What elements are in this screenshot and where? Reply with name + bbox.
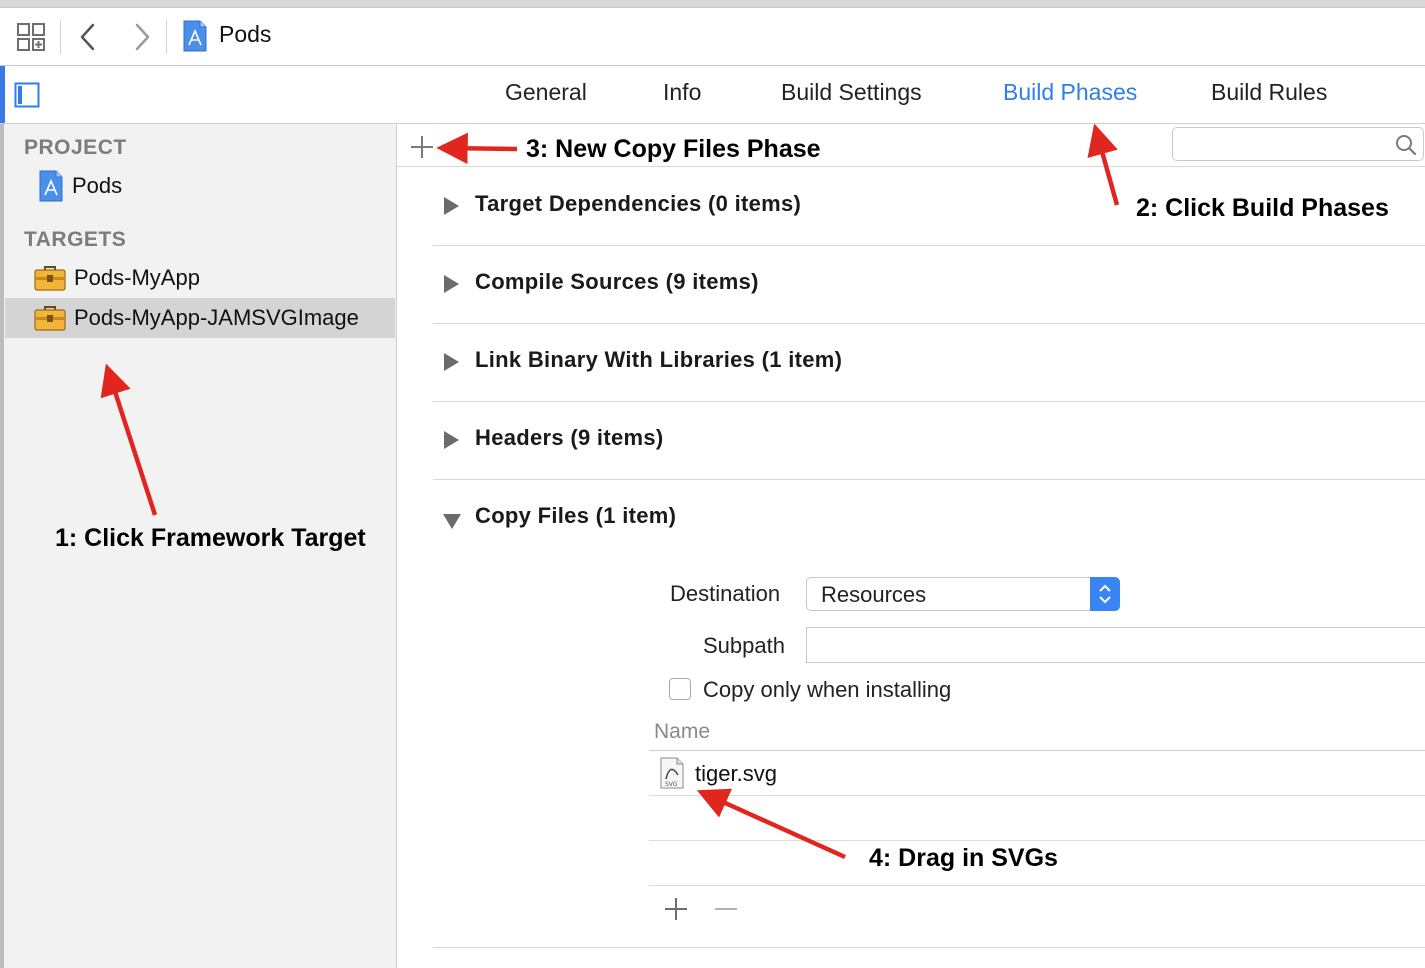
panel-toggle-icon[interactable] <box>14 82 40 108</box>
editor-tab-bar: General Info Build Settings Build Phases… <box>0 66 1425 124</box>
disclosure-triangle-icon[interactable] <box>443 514 461 529</box>
copy-only-label: Copy only when installing <box>703 677 952 702</box>
phase-headers[interactable]: Headers (9 items) <box>433 401 1425 480</box>
svg-text:SVG: SVG <box>665 781 678 788</box>
annotation-step2: 2: Click Build Phases <box>1136 194 1389 222</box>
destination-select[interactable]: Resources <box>806 577 1120 611</box>
table-row[interactable]: SVG tiger.svg <box>649 751 1425 796</box>
disclosure-triangle-icon[interactable] <box>444 275 459 293</box>
subpath-input[interactable] <box>806 627 1425 663</box>
back-chevron-icon[interactable] <box>76 22 100 52</box>
tab-build-settings[interactable]: Build Settings <box>781 79 922 106</box>
sidebar-item-pods-myapp-jamsvgimage[interactable]: Pods-MyApp-JAMSVGImage <box>34 299 359 337</box>
target-toolbox-icon <box>34 264 66 292</box>
window-left-edge <box>0 124 4 968</box>
remove-icon[interactable] <box>714 897 738 921</box>
sidebar-item-label: Pods <box>72 173 123 198</box>
project-file-icon <box>182 20 208 52</box>
select-stepper-icon <box>1090 577 1120 611</box>
tab-build-rules[interactable]: Build Rules <box>1211 79 1327 106</box>
phase-link-binary[interactable]: Link Binary With Libraries (1 item) <box>433 323 1425 402</box>
sidebar-item-pods-myapp[interactable]: Pods-MyApp <box>34 259 200 297</box>
copy-only-checkbox[interactable] <box>669 678 691 700</box>
tab-general[interactable]: General <box>505 79 587 106</box>
targets-section-header: TARGETS <box>24 228 127 251</box>
phase-search-field[interactable] <box>1172 127 1424 161</box>
tab-info[interactable]: Info <box>663 79 701 106</box>
disclosure-triangle-icon[interactable] <box>444 197 459 215</box>
project-section-header: PROJECT <box>24 136 127 159</box>
add-file-icon[interactable] <box>664 897 688 921</box>
grid-icon[interactable] <box>16 22 46 52</box>
phase-compile-sources[interactable]: Compile Sources (9 items) <box>433 245 1425 324</box>
phase-title: Link Binary With Libraries (1 item) <box>475 347 843 372</box>
phase-title: Target Dependencies (0 items) <box>475 191 802 216</box>
forward-chevron-icon[interactable] <box>130 22 154 52</box>
sidebar-item-pods-project[interactable]: Pods <box>38 167 122 205</box>
annotation-step1: 1: Click Framework Target <box>55 524 366 552</box>
toolbar-separator <box>166 20 167 54</box>
svg-file-icon: SVG <box>659 757 685 789</box>
project-file-icon <box>38 170 64 202</box>
add-icon[interactable] <box>410 135 434 159</box>
destination-value: Resources <box>821 582 927 607</box>
files-table-header[interactable]: Name <box>649 716 1425 751</box>
annotation-step3: 3: New Copy Files Phase <box>526 135 821 163</box>
sidebar-item-label: Pods-MyApp-JAMSVGImage <box>74 305 359 330</box>
sidebar-item-label: Pods-MyApp <box>74 265 200 290</box>
search-icon <box>1395 134 1417 156</box>
name-column-header: Name <box>654 720 711 743</box>
target-toolbox-icon <box>34 304 66 332</box>
toolbar-separator <box>60 20 61 54</box>
annotation-step4: 4: Drag in SVGs <box>869 844 1058 872</box>
file-name: tiger.svg <box>695 761 777 786</box>
phase-title: Compile Sources (9 items) <box>475 269 759 294</box>
tab-build-phases[interactable]: Build Phases <box>1003 79 1137 106</box>
phase-title: Headers (9 items) <box>475 425 664 450</box>
window-top-strip <box>0 0 1425 8</box>
destination-label: Destination <box>670 581 781 606</box>
toolbar: Pods <box>0 8 1425 66</box>
disclosure-triangle-icon[interactable] <box>444 431 459 449</box>
phase-title[interactable]: Copy Files (1 item) <box>475 503 676 529</box>
project-title[interactable]: Pods <box>219 21 271 48</box>
disclosure-triangle-icon[interactable] <box>444 353 459 371</box>
focus-indicator <box>0 66 5 123</box>
subpath-label: Subpath <box>703 633 785 658</box>
table-row[interactable] <box>649 796 1425 841</box>
